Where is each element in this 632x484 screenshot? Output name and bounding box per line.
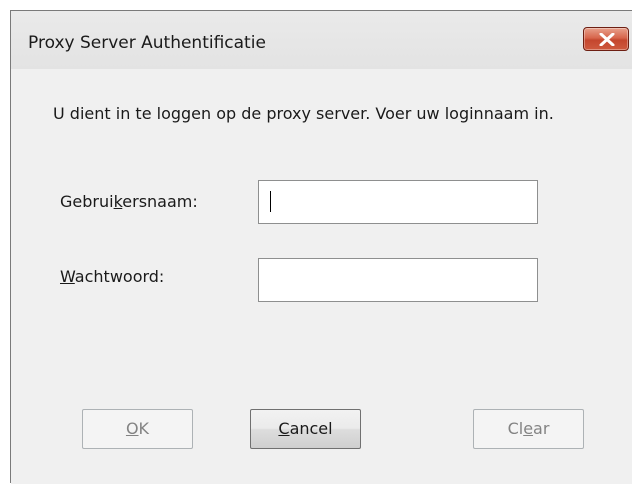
title-bar[interactable]: Proxy Server Authentificatie [11, 11, 632, 69]
close-icon [599, 33, 615, 46]
clear-button[interactable]: Clear [473, 409, 584, 449]
login-message: U dient in te loggen op de proxy server.… [53, 104, 554, 123]
text-caret [270, 191, 271, 212]
cancel-button[interactable]: Cancel [250, 409, 361, 449]
ok-button[interactable]: OK [82, 409, 193, 449]
username-accelerator: k [113, 192, 123, 211]
password-input[interactable] [258, 258, 538, 302]
username-input[interactable] [258, 180, 538, 224]
username-label: Gebruikersnaam: [60, 192, 198, 211]
window-title: Proxy Server Authentificatie [28, 33, 266, 53]
password-accelerator: W [60, 267, 75, 286]
password-label: Wachtwoord: [60, 267, 165, 286]
close-button[interactable] [583, 27, 629, 51]
